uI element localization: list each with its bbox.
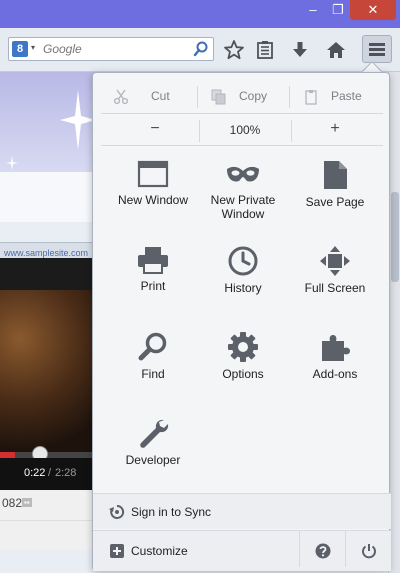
save-page-label: Save Page (305, 195, 365, 209)
bookmark-star-icon[interactable] (222, 38, 246, 62)
scissors-icon (113, 89, 129, 105)
maximize-button[interactable]: ❐ (326, 0, 350, 20)
customize-footer: Customize (93, 530, 391, 571)
video-url[interactable]: www.samplesite.com (0, 248, 88, 258)
page-content-area (0, 172, 100, 222)
new-window-button[interactable]: New Window (105, 159, 201, 239)
history-label: History (224, 281, 262, 295)
gear-icon (228, 332, 258, 362)
save-page-button[interactable]: Save Page (287, 159, 383, 239)
video-stats: 082 ▪▪ (0, 490, 100, 520)
edit-controls-row: Cut Copy Paste (93, 83, 391, 111)
new-private-window-label: New Private Window (210, 193, 276, 221)
clipboard-icon (305, 90, 317, 105)
cut-button[interactable]: Cut (99, 83, 195, 111)
home-icon[interactable] (324, 38, 348, 62)
paste-button[interactable]: Paste (289, 83, 385, 111)
zoom-separator (199, 120, 200, 142)
sync-icon (109, 504, 125, 519)
cut-label: Cut (151, 89, 170, 103)
customize-label: Customize (131, 544, 188, 558)
help-button[interactable] (299, 531, 345, 567)
window-titlebar: – ❐ ✕ (0, 0, 400, 28)
sparkle-icon (6, 156, 18, 170)
zoom-out-button[interactable]: − (115, 117, 195, 143)
customize-button[interactable]: Customize (93, 531, 299, 571)
paste-label: Paste (331, 89, 362, 103)
video-duration: 2:28 (55, 467, 77, 479)
copy-label: Copy (239, 89, 268, 103)
developer-label: Developer (125, 453, 181, 467)
minimize-button[interactable]: – (300, 0, 326, 20)
developer-button[interactable]: Developer (105, 417, 201, 497)
video-top-bar (0, 258, 100, 290)
options-button[interactable]: Options (195, 331, 291, 411)
engine-dropdown-icon[interactable]: ▾ (31, 43, 35, 52)
video-frame[interactable] (0, 290, 100, 452)
view-count: 082 (2, 496, 23, 510)
find-label: Find (141, 367, 165, 381)
copy-icon (211, 89, 226, 105)
page-footer-strip (0, 520, 100, 550)
new-window-label: New Window (117, 193, 189, 207)
printer-icon (138, 247, 168, 274)
copy-button[interactable]: Copy (197, 83, 293, 111)
sign-in-to-sync-button[interactable]: Sign in to Sync (93, 493, 391, 529)
divider (101, 113, 383, 114)
find-button[interactable]: Find (105, 331, 201, 411)
magnifier-icon (138, 332, 167, 361)
hamburger-menu-icon (369, 43, 385, 56)
print-label: Print (140, 279, 166, 293)
close-window-button[interactable]: ✕ (350, 0, 396, 20)
page-banner (0, 72, 100, 172)
video-tag-icon: ▪▪ (22, 498, 32, 507)
video-address-strip: www.samplesite.com (0, 242, 100, 258)
search-engine-icon[interactable]: 8 (12, 41, 28, 57)
firefox-menu-panel: Cut Copy Paste − 100% + New Window New P… (92, 72, 391, 571)
print-button[interactable]: Print (105, 245, 201, 325)
quit-button[interactable] (345, 531, 391, 567)
zoom-reset-button[interactable]: 100% (201, 117, 289, 143)
search-bar[interactable]: 8 ▾ (8, 37, 214, 61)
options-label: Options (222, 367, 264, 381)
question-icon (315, 543, 331, 559)
full-screen-label: Full Screen (304, 281, 366, 295)
add-ons-label: Add-ons (312, 367, 358, 381)
divider (101, 145, 383, 146)
sign-in-to-sync-label: Sign in to Sync (131, 505, 212, 519)
video-current-time: 0:22 (24, 467, 46, 479)
new-window-icon (137, 160, 169, 188)
sparkle-icon (60, 90, 96, 150)
wrench-icon (140, 419, 169, 448)
clock-icon (228, 246, 258, 276)
customize-plus-icon (110, 544, 124, 558)
zoom-separator (291, 120, 292, 142)
power-icon (362, 544, 376, 559)
zoom-in-button[interactable]: + (295, 117, 375, 143)
video-controls: 0:22 / 2:28 (0, 458, 100, 490)
puzzle-piece-icon (322, 335, 350, 361)
history-button[interactable]: History (195, 245, 291, 325)
save-page-icon (324, 161, 347, 189)
download-icon[interactable] (288, 38, 312, 62)
new-private-window-button[interactable]: New Private Window (195, 159, 291, 239)
open-menu-button[interactable] (362, 35, 392, 63)
search-magnifier-icon[interactable] (193, 40, 209, 58)
video-time-separator: / (48, 467, 52, 479)
scrollbar-thumb[interactable] (391, 192, 399, 282)
add-ons-button[interactable]: Add-ons (287, 331, 383, 411)
search-input[interactable] (43, 40, 193, 58)
navigation-toolbar: 8 ▾ (0, 28, 400, 72)
private-mask-icon (227, 166, 259, 182)
zoom-controls-row: − 100% + (93, 117, 391, 143)
fullscreen-arrows-icon (320, 246, 350, 276)
reading-list-icon[interactable] (253, 38, 277, 62)
full-screen-button[interactable]: Full Screen (287, 245, 383, 325)
